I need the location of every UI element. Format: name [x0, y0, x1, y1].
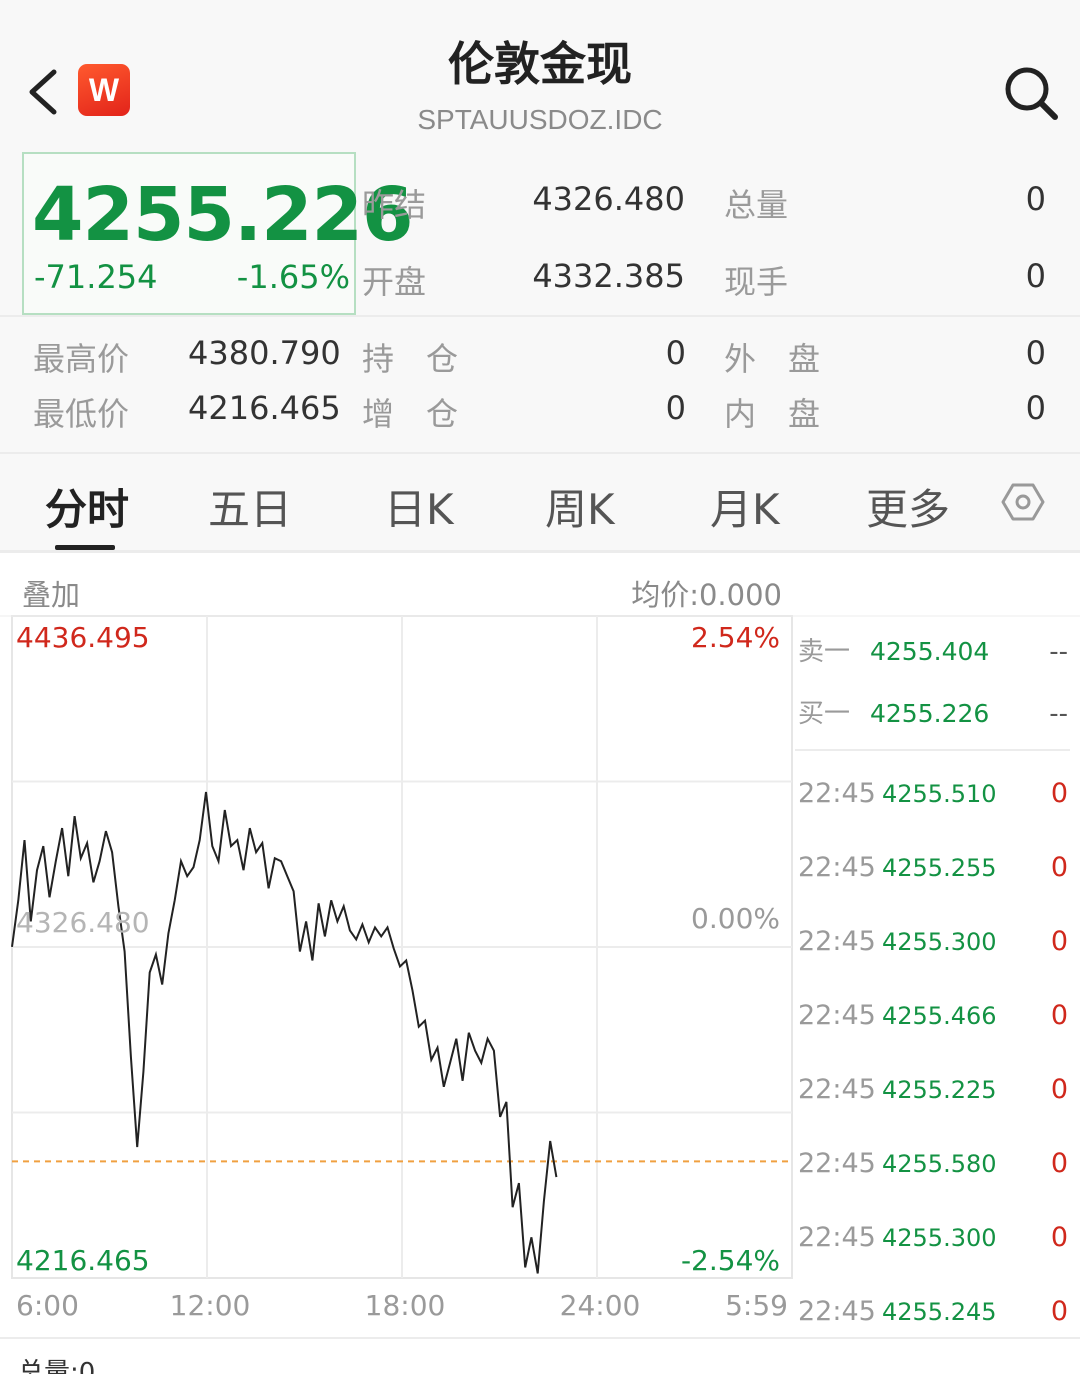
intraday-chart[interactable]: 4436.495 4326.480 4216.465 2.54% 0.00% -2.54%…	[0, 552, 1080, 1374]
divider	[0, 315, 1080, 317]
total-volume-footer: 总量:0	[18, 1358, 96, 1374]
instrument-symbol: SPTAUUSDOZ.IDC	[417, 104, 663, 135]
tick-time: 22:45	[798, 1074, 876, 1105]
bid-label: 买一	[798, 699, 850, 729]
tab-monthly-k[interactable]: 月K	[710, 476, 780, 537]
tick-price: 4255.466	[882, 1002, 997, 1030]
open-interest-label: 持 仓	[362, 340, 459, 378]
y-pct-high: 2.54%	[691, 621, 780, 654]
ask-price: 4255.404	[870, 637, 989, 666]
tick-volume: 0	[1051, 1296, 1068, 1327]
high-value: 4380.790	[188, 334, 341, 372]
price-change: -71.254	[34, 258, 158, 296]
y-pct-low: -2.54%	[681, 1244, 780, 1277]
inner-value: 0	[1025, 389, 1046, 427]
tick-price: 4255.245	[882, 1298, 997, 1326]
total-volume-value: 0	[1025, 180, 1046, 218]
y-tick-high: 4436.495	[16, 621, 150, 654]
outer-value: 0	[1025, 334, 1046, 372]
x-tick: 18:00	[365, 1289, 446, 1322]
total-volume-label: 总量	[724, 186, 789, 224]
x-tick: 6:00	[16, 1289, 79, 1322]
current-hand-label: 现手	[724, 263, 789, 301]
bid-volume: --	[1049, 699, 1068, 729]
tab-intraday[interactable]: 分时	[45, 476, 129, 537]
tick-price: 4255.225	[882, 1076, 997, 1104]
open-value: 4332.385	[532, 257, 685, 295]
tick-volume: 0	[1051, 778, 1068, 809]
bid-price: 4255.226	[870, 699, 989, 728]
page-title: 伦敦金现	[448, 37, 632, 91]
tab-five-day[interactable]: 五日	[208, 476, 292, 537]
tick-price: 4255.300	[882, 928, 997, 956]
prev-settle-value: 4326.480	[532, 180, 685, 218]
tick-time: 22:45	[798, 778, 876, 809]
tab-weekly-k[interactable]: 周K	[545, 476, 615, 537]
price-line	[11, 791, 558, 1274]
x-tick: 24:00	[560, 1289, 641, 1322]
tick-volume: 0	[1051, 1148, 1068, 1179]
low-value: 4216.465	[188, 389, 341, 427]
order-book: 卖一 4255.404 --买一 4255.226 --22:45 4255.510 022…	[798, 637, 1068, 1327]
ask-label: 卖一	[798, 637, 850, 667]
tab-daily-k[interactable]: 日K	[384, 476, 454, 537]
tick-volume: 0	[1051, 1000, 1068, 1031]
y-tick-low: 4216.465	[16, 1244, 150, 1277]
tick-price: 4255.255	[882, 854, 997, 882]
tick-time: 22:45	[798, 1000, 876, 1031]
x-tick: 5:59	[725, 1289, 788, 1322]
tick-time: 22:45	[798, 1148, 876, 1179]
inner-label: 内 盘	[724, 395, 821, 433]
tick-price: 4255.580	[882, 1150, 997, 1178]
tick-time: 22:45	[798, 1222, 876, 1253]
tab-more[interactable]: 更多	[866, 476, 950, 537]
active-tab-indicator	[55, 545, 115, 550]
oi-change-label: 增 仓	[362, 395, 459, 433]
high-label: 最高价	[33, 340, 130, 378]
oi-change-value: 0	[665, 389, 686, 427]
tick-time: 22:45	[798, 852, 876, 883]
tick-time: 22:45	[798, 1296, 876, 1327]
search-button[interactable]	[1000, 62, 1062, 124]
last-price: 4255.226	[32, 172, 414, 258]
y-pct-ref: 0.00%	[691, 902, 780, 935]
low-label: 最低价	[33, 395, 130, 433]
settings-icon	[1001, 483, 1045, 521]
tick-volume: 0	[1051, 926, 1068, 957]
tick-price: 4255.300	[882, 1224, 997, 1252]
chevron-left-icon	[29, 69, 57, 115]
price-change-percent: -1.65%	[236, 258, 350, 296]
tick-price: 4255.510	[882, 780, 997, 808]
open-interest-value: 0	[665, 334, 686, 372]
ask-volume: --	[1049, 637, 1068, 667]
y-tick-ref: 4326.480	[16, 906, 150, 939]
current-hand-value: 0	[1025, 257, 1046, 295]
tick-time: 22:45	[798, 926, 876, 957]
chart-settings-button[interactable]	[1000, 478, 1046, 526]
open-label: 开盘	[362, 263, 427, 301]
app-logo[interactable]: W	[78, 64, 130, 116]
back-button[interactable]	[22, 62, 72, 122]
tick-volume: 0	[1051, 852, 1068, 883]
prev-settle-label: 昨结	[362, 186, 427, 224]
x-tick: 12:00	[170, 1289, 251, 1322]
tick-volume: 0	[1051, 1222, 1068, 1253]
outer-label: 外 盘	[724, 340, 821, 378]
tick-volume: 0	[1051, 1074, 1068, 1105]
search-icon	[1005, 67, 1058, 120]
